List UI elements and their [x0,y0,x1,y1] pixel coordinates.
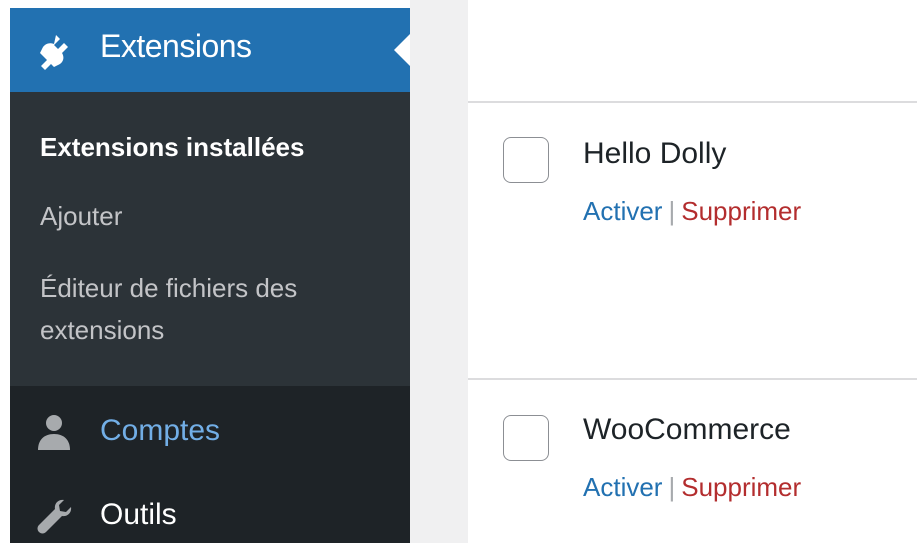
delete-link[interactable]: Supprimer [681,196,801,226]
sidebar-item-label: Extensions [100,28,252,64]
wrench-icon [37,499,72,534]
sidebar-item-label: Comptes [100,414,221,447]
wordpress-plugins-page: Extensions Extensions installées Ajouter… [0,0,917,543]
sidebar-item-extensions[interactable]: Extensions [10,8,410,92]
sidebar-item-label: Outils [100,498,177,531]
sidebar-item-comptes[interactable]: Comptes [10,392,410,472]
admin-sidebar: Extensions Extensions installées Ajouter… [10,8,410,543]
plugin-checkbox-hello-dolly[interactable] [503,137,549,183]
delete-link[interactable]: Supprimer [681,472,801,502]
plug-icon [40,35,68,70]
row-divider [468,101,917,103]
current-menu-arrow [394,34,410,66]
plugins-list: Hello Dolly Activer | Supprimer WooCommerc… [410,0,917,543]
user-icon [38,415,70,450]
extensions-submenu: Extensions installées Ajouter Éditeur de… [10,92,410,386]
action-separator: | [668,196,676,226]
activate-link[interactable]: Activer [583,196,662,226]
plugin-name: Hello Dolly [583,137,727,170]
submenu-item-installed-plugins[interactable]: Extensions installées [40,126,304,168]
plugin-name: WooCommerce [583,413,791,446]
sidebar-item-outils[interactable]: Outils [10,476,410,543]
activate-link[interactable]: Activer [583,472,662,502]
plugin-actions: Activer | Supprimer [583,196,801,227]
row-divider [468,378,917,380]
submenu-item-plugin-file-editor[interactable]: Éditeur de fichiers des extensions [40,267,380,351]
plugin-checkbox-woocommerce[interactable] [503,415,549,461]
submenu-item-add-new[interactable]: Ajouter [40,195,122,237]
action-separator: | [668,472,676,502]
plugin-actions: Activer | Supprimer [583,472,801,503]
content-gutter [410,0,468,543]
